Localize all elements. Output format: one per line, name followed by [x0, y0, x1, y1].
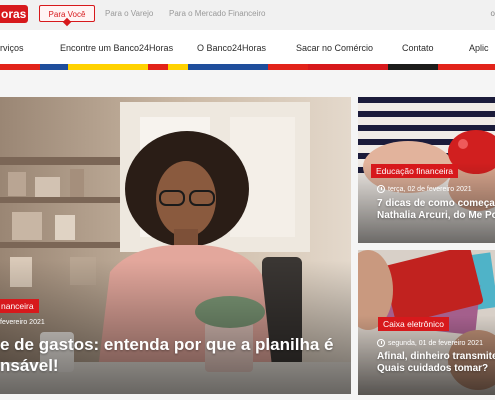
featured-category-badge[interactable]: nanceira	[0, 299, 39, 313]
nav-item-aplicativo[interactable]: Aplic	[469, 43, 489, 53]
side-article-2-category-badge[interactable]: Caixa eletrônico	[378, 317, 449, 331]
side-article-1-title-line-1[interactable]: 7 dicas de como começar	[377, 198, 495, 209]
top-bar: oras Para Você Para o Varejo Para o Merc…	[0, 0, 495, 30]
tab-para-o-mercado-financeiro[interactable]: Para o Mercado Financeiro	[169, 5, 266, 22]
side-article-2-date: segunda, 01 de fevereiro 2021	[377, 339, 483, 347]
stripe-segment	[308, 64, 388, 70]
featured-title-line-2[interactable]: nsável!	[0, 356, 59, 376]
nav-item-contato[interactable]: Contato	[402, 43, 434, 53]
side-article-1-date: terça, 02 de fevereiro 2021	[377, 185, 472, 193]
side-article-card[interactable]: Educação financeira terça, 02 de feverei…	[358, 97, 495, 243]
side-article-1-date-text: terça, 02 de fevereiro 2021	[388, 185, 472, 193]
tab-para-voce[interactable]: Para Você	[39, 5, 95, 22]
side-article-2-date-text: segunda, 01 de fevereiro 2021	[388, 339, 483, 347]
stripe-segment	[268, 64, 308, 70]
top-utility-link[interactable]: o	[491, 9, 495, 18]
featured-date-text: fevereiro 2021	[0, 319, 45, 326]
nav-item-encontre[interactable]: Encontre um Banco24Horas	[60, 43, 173, 53]
stripe-segment	[40, 64, 68, 70]
side-article-2-title-line-2[interactable]: Quais cuidados tomar?	[377, 363, 488, 374]
stripe-segment	[438, 64, 495, 70]
stripe-segment	[0, 64, 40, 70]
stripe-segment	[388, 64, 438, 70]
featured-article-card[interactable]: nanceira fevereiro 2021 e de gastos: ent…	[0, 97, 351, 394]
clock-icon	[377, 185, 385, 193]
stripe-segment	[188, 64, 268, 70]
tab-para-o-varejo[interactable]: Para o Varejo	[105, 5, 153, 22]
side-article-2-title-line-1[interactable]: Afinal, dinheiro transmite c	[377, 351, 495, 362]
brand-color-stripe	[0, 64, 495, 70]
stripe-segment	[68, 64, 148, 70]
stripe-segment	[148, 64, 168, 70]
side-article-1-category-badge[interactable]: Educação financeira	[371, 164, 459, 178]
side-article-card[interactable]: Caixa eletrônico segunda, 01 de fevereir…	[358, 250, 495, 395]
nav-item-servicos[interactable]: rviços	[0, 43, 24, 53]
featured-date: fevereiro 2021	[0, 319, 45, 326]
stripe-segment	[168, 64, 188, 70]
featured-title-line-1[interactable]: e de gastos: entenda por que a planilha …	[0, 335, 333, 355]
nav-item-sacar-no-comercio[interactable]: Sacar no Comércio	[296, 43, 373, 53]
banco24horas-logo[interactable]: oras	[0, 5, 28, 23]
side-article-1-title-line-2[interactable]: Nathalia Arcuri, do Me Pou	[377, 210, 495, 221]
nav-item-o-banco24horas[interactable]: O Banco24Horas	[197, 43, 266, 53]
main-nav: rviços Encontre um Banco24Horas O Banco2…	[0, 30, 495, 66]
clock-icon	[377, 339, 385, 347]
